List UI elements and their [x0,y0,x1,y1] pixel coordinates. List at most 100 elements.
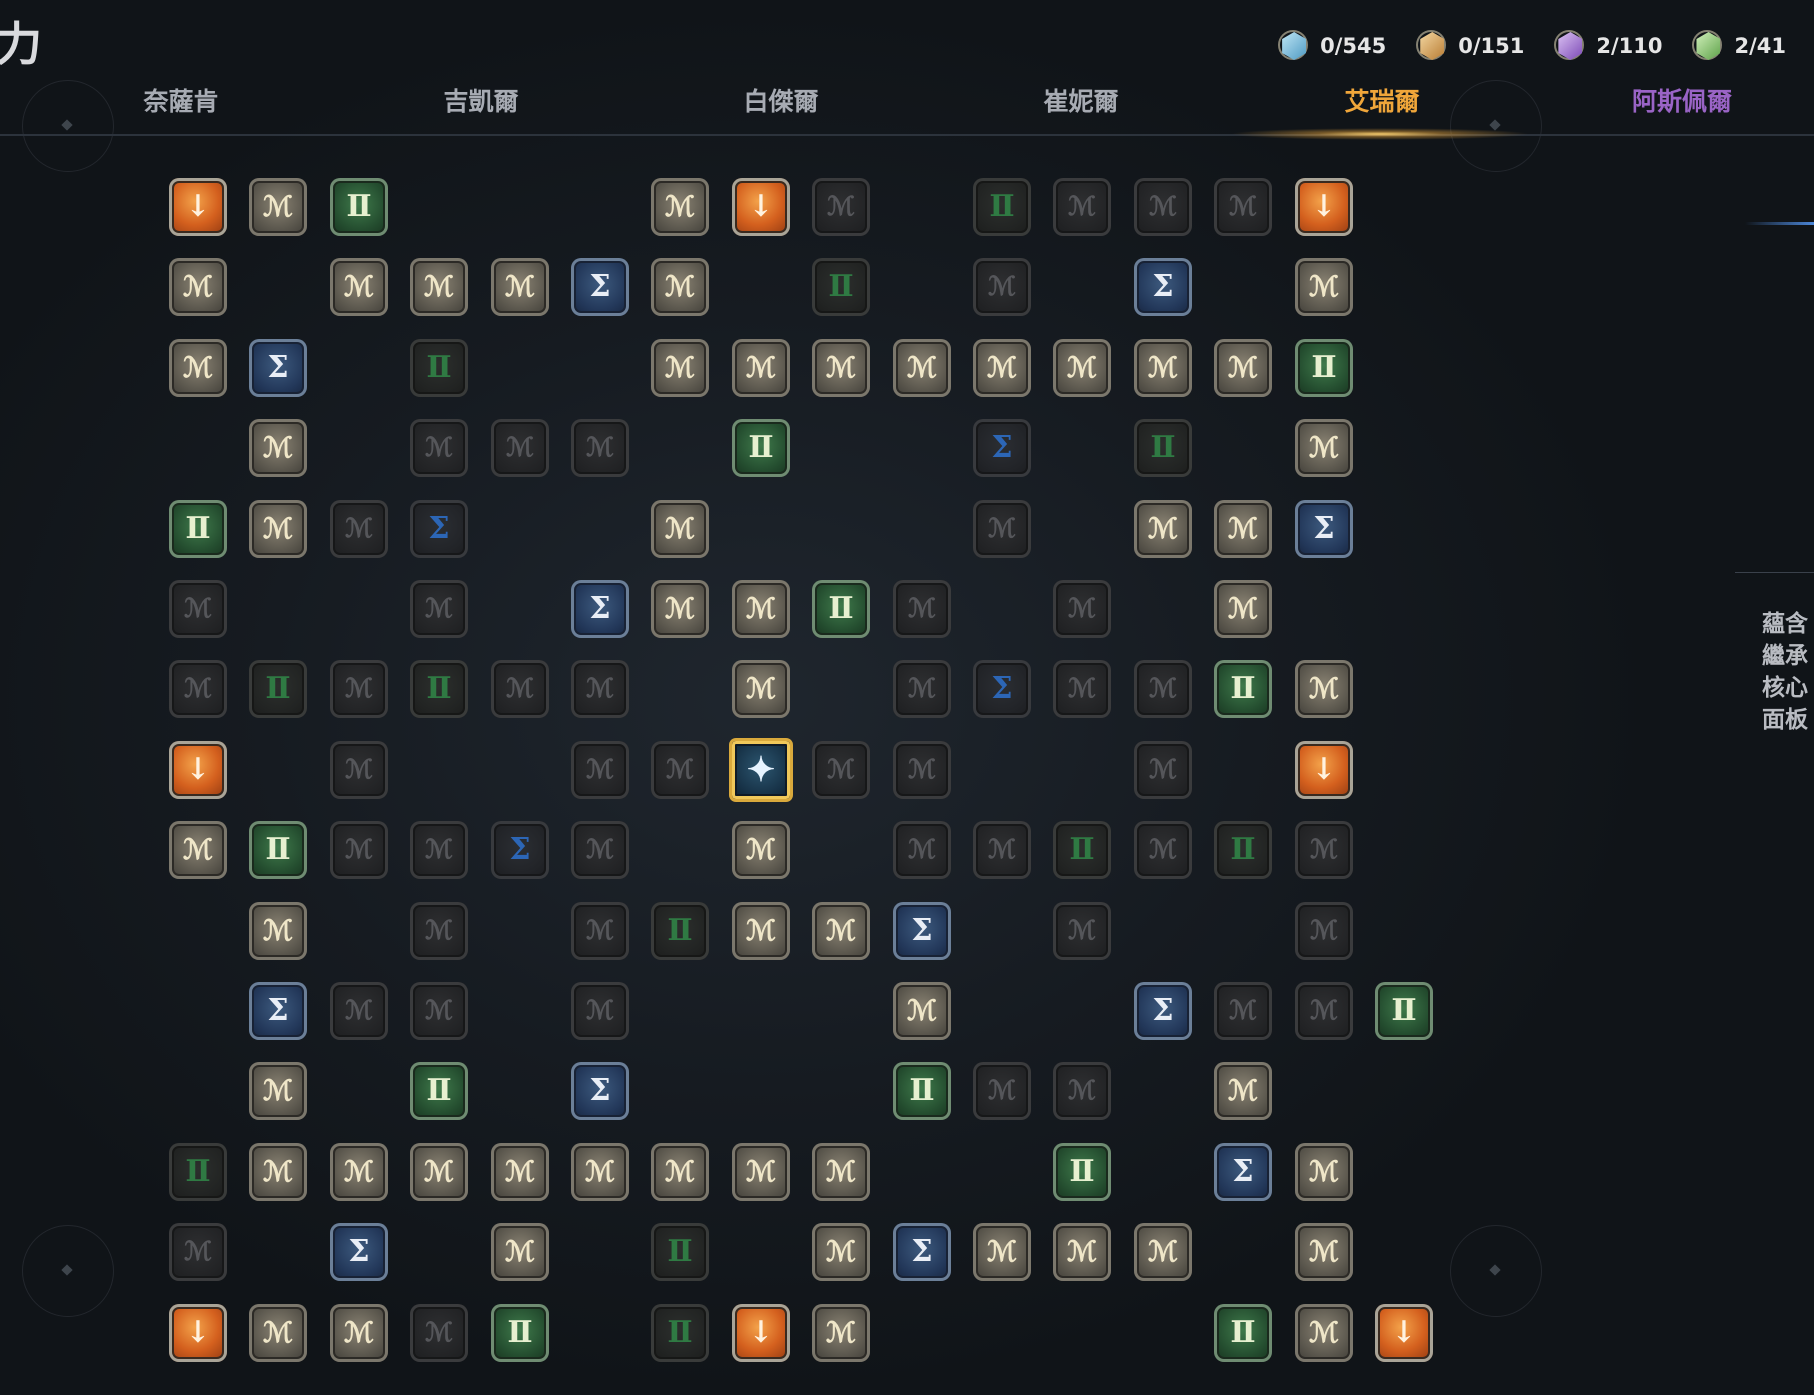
blue-rune-node[interactable]: Σ [330,1223,388,1281]
locked-rune-node[interactable]: ℳ [410,982,468,1040]
locked-rune-node[interactable]: ℳ [410,902,468,960]
locked-green-rune-node[interactable]: Ⅱ [249,660,307,718]
locked-rune-node[interactable]: ℳ [973,1062,1031,1120]
locked-rune-node[interactable]: ℳ [893,821,951,879]
gray-rune-node[interactable]: ℳ [973,339,1031,397]
tab-baijieer[interactable]: 白傑爾 [743,74,818,130]
gray-rune-node[interactable]: ℳ [1214,1062,1272,1120]
orange-rune-node[interactable]: ↓ [732,1304,790,1362]
locked-rune-node[interactable]: ℳ [330,500,388,558]
locked-green-rune-node[interactable]: Ⅱ [1134,419,1192,477]
gray-rune-node[interactable]: ℳ [1214,339,1272,397]
green-rune-node[interactable]: Ⅱ [1295,339,1353,397]
locked-blue-rune-node[interactable]: Σ [973,419,1031,477]
locked-rune-node[interactable]: ℳ [893,741,951,799]
locked-rune-node[interactable]: ℳ [169,1223,227,1281]
blue-rune-node[interactable]: Σ [893,902,951,960]
locked-rune-node[interactable]: ℳ [973,258,1031,316]
gray-rune-node[interactable]: ℳ [1134,500,1192,558]
locked-rune-node[interactable]: ℳ [169,580,227,638]
locked-rune-node[interactable]: ℳ [330,821,388,879]
gray-rune-node[interactable]: ℳ [1053,339,1111,397]
gray-rune-node[interactable]: ℳ [169,258,227,316]
gray-rune-node[interactable]: ℳ [651,258,709,316]
gray-rune-node[interactable]: ℳ [732,580,790,638]
locked-rune-node[interactable]: ℳ [410,1304,468,1362]
locked-green-rune-node[interactable]: Ⅱ [973,178,1031,236]
gray-rune-node[interactable]: ℳ [812,1223,870,1281]
locked-rune-node[interactable]: ℳ [1295,982,1353,1040]
gray-rune-node[interactable]: ℳ [1053,1223,1111,1281]
locked-rune-node[interactable]: ℳ [893,580,951,638]
gray-rune-node[interactable]: ℳ [169,339,227,397]
gray-rune-node[interactable]: ℳ [1134,339,1192,397]
gray-rune-node[interactable]: ℳ [330,258,388,316]
locked-rune-node[interactable]: ℳ [1214,982,1272,1040]
locked-rune-node[interactable]: ℳ [491,660,549,718]
gray-rune-node[interactable]: ℳ [491,1223,549,1281]
blue-rune-node[interactable]: Σ [1214,1143,1272,1201]
gray-rune-node[interactable]: ℳ [330,1304,388,1362]
blue-rune-node[interactable]: Σ [1134,258,1192,316]
gray-rune-node[interactable]: ℳ [732,821,790,879]
green-rune-node[interactable]: Ⅱ [1053,1143,1111,1201]
locked-green-rune-node[interactable]: Ⅱ [169,1143,227,1201]
gray-rune-node[interactable]: ℳ [893,339,951,397]
gray-rune-node[interactable]: ℳ [249,1143,307,1201]
orange-rune-node[interactable]: ↓ [1375,1304,1433,1362]
gray-rune-node[interactable]: ℳ [732,902,790,960]
locked-rune-node[interactable]: ℳ [571,419,629,477]
green-rune-node[interactable]: Ⅱ [1214,1304,1272,1362]
locked-green-rune-node[interactable]: Ⅱ [651,902,709,960]
locked-rune-node[interactable]: ℳ [1053,580,1111,638]
gray-rune-node[interactable]: ℳ [249,500,307,558]
locked-rune-node[interactable]: ℳ [330,741,388,799]
gray-rune-node[interactable]: ℳ [249,1062,307,1120]
gray-rune-node[interactable]: ℳ [973,1223,1031,1281]
gray-rune-node[interactable]: ℳ [651,500,709,558]
gray-rune-node[interactable]: ℳ [249,902,307,960]
orange-rune-node[interactable]: ↓ [169,1304,227,1362]
locked-green-rune-node[interactable]: Ⅱ [651,1304,709,1362]
green-rune-node[interactable]: Ⅱ [410,1062,468,1120]
locked-rune-node[interactable]: ℳ [1214,178,1272,236]
locked-rune-node[interactable]: ℳ [1053,902,1111,960]
locked-green-rune-node[interactable]: Ⅱ [1214,821,1272,879]
blue-rune-node[interactable]: Σ [571,258,629,316]
locked-rune-node[interactable]: ℳ [571,821,629,879]
gray-rune-node[interactable]: ℳ [651,178,709,236]
gray-rune-node[interactable]: ℳ [249,178,307,236]
locked-rune-node[interactable]: ℳ [1134,178,1192,236]
locked-green-rune-node[interactable]: Ⅱ [651,1223,709,1281]
gray-rune-node[interactable]: ℳ [812,1143,870,1201]
locked-blue-rune-node[interactable]: Σ [410,500,468,558]
locked-green-rune-node[interactable]: Ⅱ [812,258,870,316]
locked-rune-node[interactable]: ℳ [812,741,870,799]
gray-rune-node[interactable]: ℳ [169,821,227,879]
locked-rune-node[interactable]: ℳ [1134,660,1192,718]
blue-rune-node[interactable]: Σ [249,339,307,397]
locked-rune-node[interactable]: ℳ [410,419,468,477]
tab-asipeier[interactable]: 阿斯佩爾 [1632,74,1732,130]
locked-green-rune-node[interactable]: Ⅱ [1053,821,1111,879]
locked-rune-node[interactable]: ℳ [571,660,629,718]
gray-rune-node[interactable]: ℳ [410,1143,468,1201]
locked-rune-node[interactable]: ℳ [651,741,709,799]
locked-blue-rune-node[interactable]: Σ [491,821,549,879]
blue-rune-node[interactable]: Σ [1134,982,1192,1040]
blue-rune-node[interactable]: Σ [1295,500,1353,558]
gray-rune-node[interactable]: ℳ [812,339,870,397]
locked-rune-node[interactable]: ℳ [1295,821,1353,879]
gray-rune-node[interactable]: ℳ [732,1143,790,1201]
gray-rune-node[interactable]: ℳ [893,982,951,1040]
locked-rune-node[interactable]: ℳ [1134,821,1192,879]
locked-blue-rune-node[interactable]: Σ [973,660,1031,718]
start-node-node[interactable]: ✦ [732,741,790,799]
locked-green-rune-node[interactable]: Ⅱ [410,660,468,718]
locked-rune-node[interactable]: ℳ [1053,1062,1111,1120]
locked-rune-node[interactable]: ℳ [169,660,227,718]
gray-rune-node[interactable]: ℳ [651,580,709,638]
tab-cuinier[interactable]: 崔妮爾 [1043,74,1118,130]
locked-rune-node[interactable]: ℳ [1053,660,1111,718]
locked-rune-node[interactable]: ℳ [571,741,629,799]
